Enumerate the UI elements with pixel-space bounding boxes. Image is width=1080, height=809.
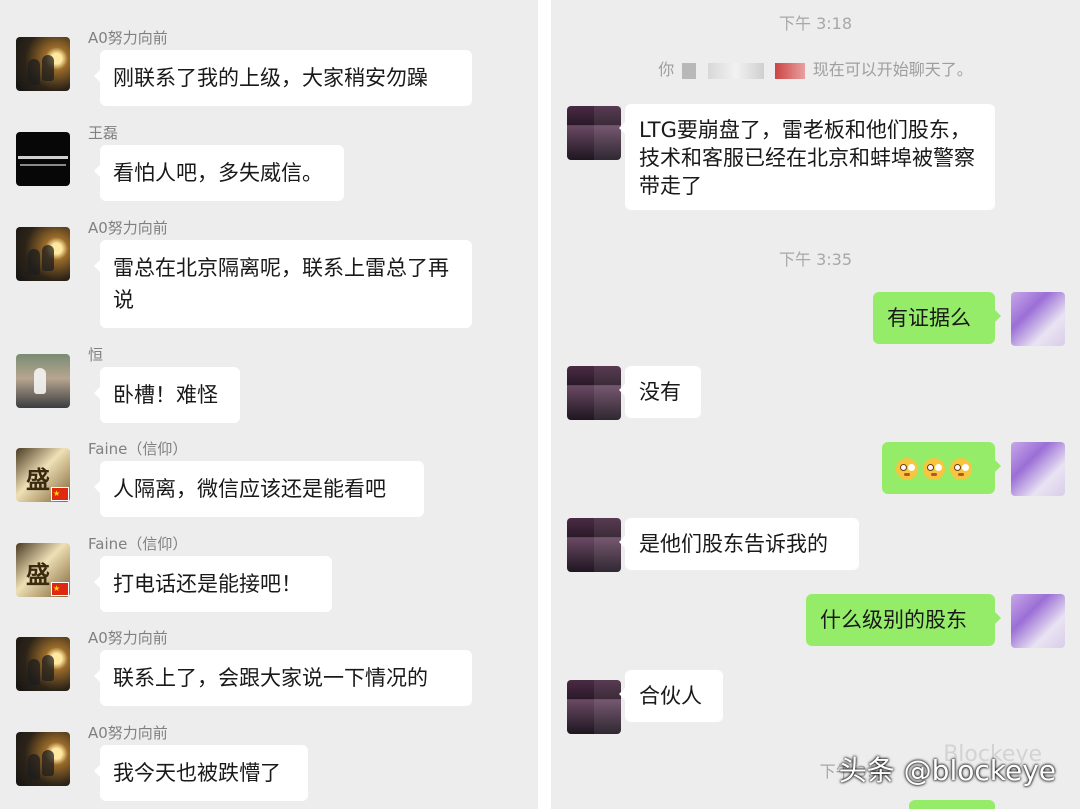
redacted-block	[774, 62, 805, 79]
avatar[interactable]: 盛 ★	[16, 448, 70, 502]
watermark: 头条 @blockeye	[838, 754, 1056, 787]
avatar[interactable]	[16, 354, 70, 408]
emoji-message-bubble[interactable]	[882, 442, 1001, 494]
message-bubble[interactable]: 没有	[619, 366, 701, 418]
avatar[interactable]	[1011, 594, 1065, 648]
flushed-face-icon	[896, 458, 918, 480]
message-bubble[interactable]: 看怕人吧，多失威信。	[94, 145, 344, 201]
avatar[interactable]	[16, 132, 70, 186]
system-notice: 你 现在可以开始聊天了。	[551, 56, 1080, 80]
avatar[interactable]	[16, 37, 70, 91]
message-bubble[interactable]: 什么级别的股东	[806, 594, 1001, 646]
message-bubble[interactable]: LTG要崩盘了，雷老板和他们股东，技术和客服已经在北京和蚌埠被警察带走了	[619, 104, 995, 210]
sender-name: 王磊	[88, 124, 119, 142]
message-bubble[interactable]: 合伙人	[619, 670, 723, 722]
message-bubble[interactable]: 人隔离，微信应该还是能看吧	[94, 461, 424, 517]
message-bubble[interactable]: 卧槽！难怪	[94, 367, 240, 423]
redacted-block	[682, 62, 697, 79]
flag-icon: ★	[51, 582, 69, 596]
timestamp: 下午 3:35	[778, 250, 853, 269]
left-chat-pane: A0努力向前 刚联系了我的上级，大家稍安勿躁 王磊 看怕人吧，多失威信。 A0努…	[0, 0, 538, 809]
message-bubble[interactable]: 刚联系了我的上级，大家稍安勿躁	[94, 50, 472, 106]
avatar[interactable]	[1011, 442, 1065, 496]
right-chat-pane: 下午 3:18 你 现在可以开始聊天了。 LTG要崩盘了，雷老板和他们股东，技术…	[551, 0, 1080, 809]
redacted-block	[707, 62, 764, 79]
sender-name: A0努力向前	[88, 629, 168, 647]
avatar[interactable]	[567, 518, 621, 572]
message-bubble[interactable]: 打电话还是能接吧！	[94, 556, 332, 612]
message-bubble-partial[interactable]	[909, 800, 995, 809]
message-bubble[interactable]: 有证据么	[873, 292, 1001, 344]
avatar[interactable]: 盛 ★	[16, 543, 70, 597]
sender-name: A0努力向前	[88, 219, 168, 237]
avatar[interactable]	[567, 366, 621, 420]
flushed-face-icon	[923, 458, 945, 480]
sender-name: Faine（信仰）	[88, 535, 188, 553]
avatar[interactable]	[16, 637, 70, 691]
avatar[interactable]	[1011, 292, 1065, 346]
avatar[interactable]	[567, 680, 621, 734]
flag-icon: ★	[51, 487, 69, 501]
message-bubble[interactable]: 雷总在北京隔离呢，联系上雷总了再说	[94, 240, 472, 328]
message-bubble[interactable]: 我今天也被跌懵了	[94, 745, 308, 801]
avatar[interactable]	[567, 106, 621, 160]
timestamp: 下午 3:18	[778, 14, 853, 33]
message-bubble[interactable]: 联系上了，会跟大家说一下情况的	[94, 650, 472, 706]
system-notice-suffix: 现在可以开始聊天了。	[812, 60, 973, 79]
avatar[interactable]	[16, 732, 70, 786]
system-notice-prefix: 你	[658, 60, 675, 79]
flushed-face-icon	[950, 458, 972, 480]
avatar[interactable]	[16, 227, 70, 281]
sender-name: Faine（信仰）	[88, 440, 188, 458]
sender-name: 恒	[88, 346, 104, 364]
message-bubble[interactable]: 是他们股东告诉我的	[619, 518, 859, 570]
sender-name: A0努力向前	[88, 29, 168, 47]
sender-name: A0努力向前	[88, 724, 168, 742]
